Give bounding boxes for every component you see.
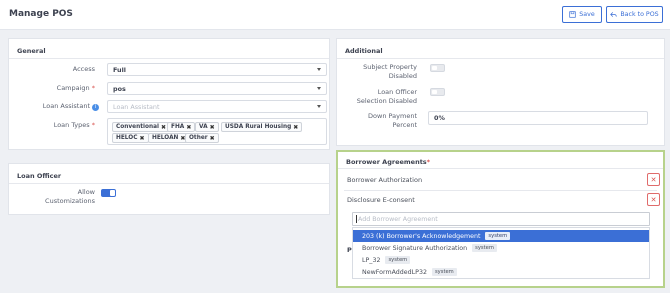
loan-officer-selection-toggle[interactable]	[430, 88, 445, 96]
tag-va: VA ✖	[195, 122, 219, 132]
chevron-down-icon	[317, 87, 321, 90]
borrower-agreements-panel: Borrower Agreements* Borrower Authorizat…	[336, 150, 665, 288]
back-to-pos-button[interactable]: Back to POS	[606, 6, 663, 23]
dropdown-option[interactable]: LP_32 system	[353, 254, 649, 266]
loan-assistant-select[interactable]: Loan Assistant	[107, 100, 327, 113]
remove-tag-icon[interactable]: ✖	[186, 124, 191, 131]
loan-types-multiselect[interactable]: Conventional ✖ FHA ✖ VA ✖ USDA Rural Housin…	[107, 118, 327, 145]
page-title: Manage POS	[9, 9, 73, 19]
remove-tag-icon[interactable]: ✖	[210, 135, 215, 142]
down-payment-input[interactable]: 0%	[428, 111, 648, 125]
tag-heloc: HELOC ✖	[112, 133, 149, 143]
add-agreement-input[interactable]: Add Borrower Agreement	[352, 212, 650, 226]
general-title: General	[17, 47, 46, 55]
access-value: Full	[113, 65, 126, 74]
access-label: Access	[72, 65, 95, 73]
loan-officer-panel: Loan Officer Allow Customizations	[8, 163, 330, 215]
remove-tag-icon[interactable]: ✖	[210, 124, 215, 131]
tag-fha: FHA ✖	[167, 122, 196, 132]
chevron-down-icon	[317, 105, 321, 108]
campaign-label: Campaign *	[56, 84, 95, 92]
tag-usda-rural-housing: USDA Rural Housing ✖	[221, 122, 303, 132]
remove-tag-icon[interactable]: ✖	[293, 124, 298, 131]
tag-other: Other ✖	[185, 133, 219, 143]
loan-officer-selection-label: Loan Officer Selection Disabled	[356, 88, 417, 105]
tag-conventional: Conventional ✖	[112, 122, 170, 132]
save-label: Save	[579, 11, 595, 18]
subject-property-toggle[interactable]	[430, 64, 445, 72]
general-panel: General Access Full Campaign * pos Loan …	[8, 38, 330, 150]
loan-assistant-label: Loan Assistant i	[19, 102, 99, 111]
agreement-options-dropdown: 203 (k) Borrower's Acknowledgement syste…	[352, 227, 650, 279]
allow-customizations-toggle[interactable]	[101, 189, 116, 197]
loan-types-label: Loan Types *	[53, 121, 95, 129]
system-badge: system	[385, 256, 411, 264]
additional-title: Additional	[345, 47, 383, 55]
undo-arrow-icon	[610, 12, 617, 17]
access-select[interactable]: Full	[107, 63, 327, 76]
subject-property-label: Subject Property Disabled	[363, 63, 417, 80]
remove-tag-icon[interactable]: ✖	[139, 135, 144, 142]
agreement-label: Disclosure E-consent	[347, 196, 415, 204]
campaign-select[interactable]: pos	[107, 82, 327, 95]
tag-heloan: HELOAN ✖	[148, 133, 190, 143]
remove-agreement-button[interactable]: ✕	[647, 193, 660, 206]
info-icon[interactable]: i	[92, 104, 99, 111]
system-badge: system	[485, 232, 511, 240]
top-bar: Manage POS Save Back to POS	[0, 0, 670, 30]
borrower-agreements-title: Borrower Agreements*	[346, 158, 431, 166]
chevron-down-icon	[317, 68, 321, 71]
allow-customizations-label: Allow Customizations	[45, 188, 95, 205]
save-icon	[569, 11, 576, 18]
remove-tag-icon[interactable]: ✖	[161, 124, 166, 131]
loan-assistant-placeholder: Loan Assistant	[113, 102, 160, 111]
agreement-label: Borrower Authorization	[347, 176, 423, 184]
back-label: Back to POS	[620, 11, 659, 18]
dropdown-option[interactable]: 203 (k) Borrower's Acknowledgement syste…	[353, 230, 649, 242]
system-badge: system	[472, 244, 497, 252]
dropdown-option[interactable]: Borrower Signature Authorization system	[353, 242, 649, 254]
remove-agreement-button[interactable]: ✕	[647, 173, 660, 186]
campaign-value: pos	[113, 84, 126, 93]
additional-panel: Additional Subject Property Disabled Loan…	[336, 38, 665, 146]
down-payment-label: Down Payment Percent	[368, 112, 417, 129]
dropdown-option[interactable]: NewFormAddedLP32 system	[353, 266, 649, 278]
agreement-row: Borrower Authorization ✕	[347, 173, 663, 187]
loan-officer-title: Loan Officer	[17, 172, 62, 180]
save-button[interactable]: Save	[562, 6, 602, 23]
system-badge: system	[431, 268, 457, 276]
agreement-row: Disclosure E-consent ✕	[347, 193, 663, 207]
